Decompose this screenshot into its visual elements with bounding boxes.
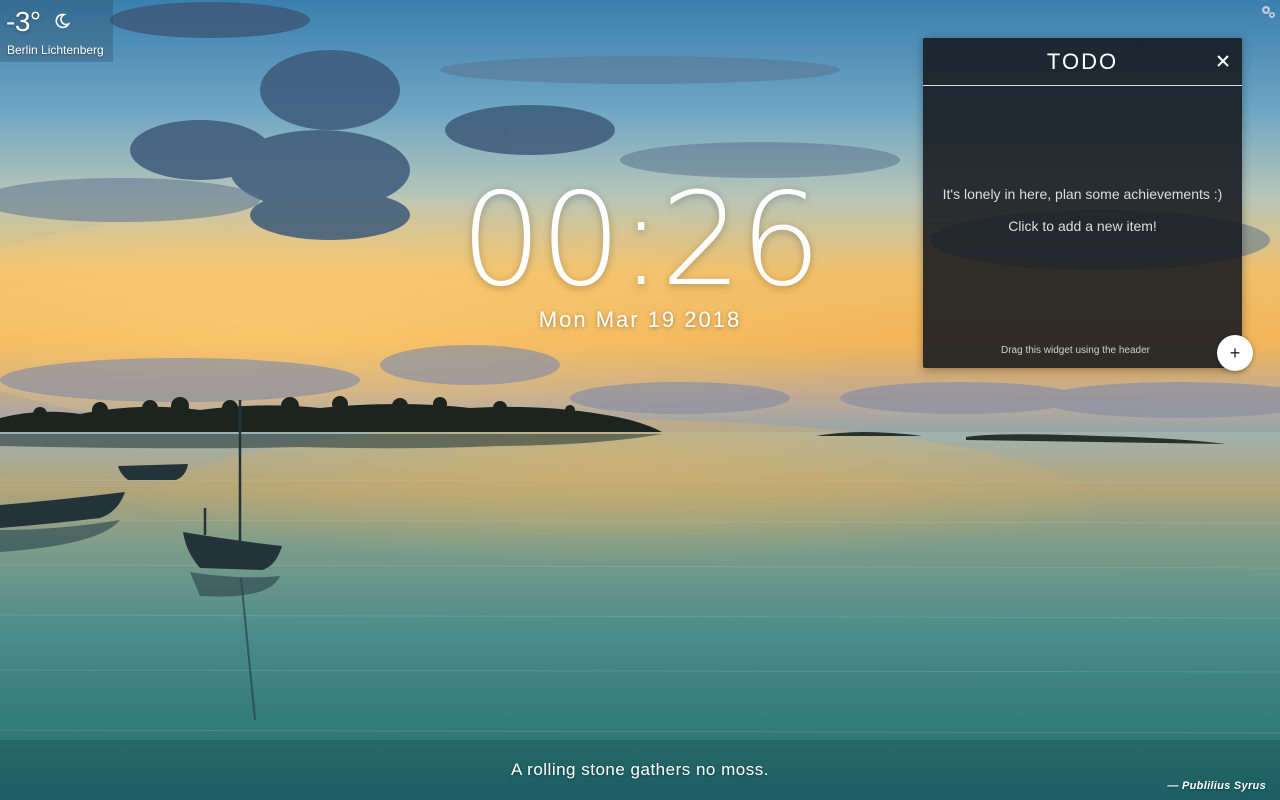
- todo-drag-hint: Drag this widget using the header: [1001, 345, 1150, 356]
- new-tab-page: -3° Berlin Lichtenberg 00:26 Mon Mar 19 …: [0, 0, 1280, 800]
- weather-location: Berlin Lichtenberg: [7, 43, 104, 57]
- todo-title: TODO: [1046, 49, 1119, 74]
- weather-temperature: -3°: [6, 6, 41, 37]
- gear-icon[interactable]: [1259, 3, 1277, 21]
- add-todo-button[interactable]: +: [1217, 335, 1253, 371]
- clock-time: 00:26: [460, 166, 822, 315]
- moon-icon: [55, 13, 70, 29]
- weather-widget[interactable]: -3° Berlin Lichtenberg: [0, 0, 113, 62]
- close-icon[interactable]: [1216, 54, 1230, 68]
- quote-author: — Publilius Syrus: [1167, 780, 1266, 792]
- todo-empty-message: It's lonely in here, plan some achieveme…: [942, 186, 1223, 202]
- todo-widget: TODO It's lonely in here, plan some achi…: [923, 38, 1242, 368]
- todo-add-prompt[interactable]: Click to add a new item!: [923, 217, 1242, 235]
- todo-header[interactable]: TODO: [923, 38, 1242, 86]
- quote-text: A rolling stone gathers no moss.: [511, 760, 769, 779]
- clock-date: Mon Mar 19 2018: [538, 307, 742, 332]
